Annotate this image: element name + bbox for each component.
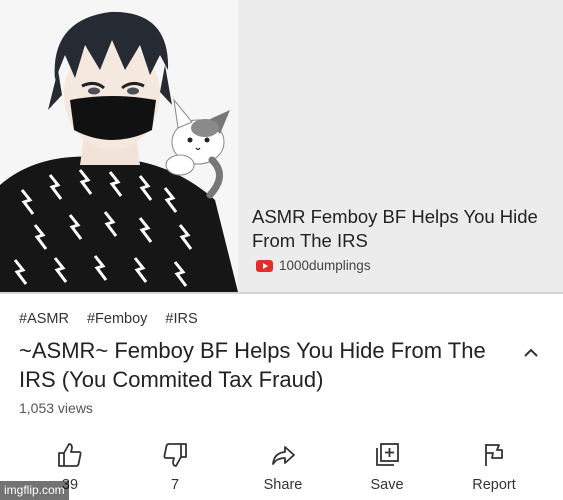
watermark: imgflip.com	[0, 481, 69, 500]
view-count: 1,053 views	[19, 400, 93, 416]
playlist-add-icon	[376, 443, 399, 466]
save-button[interactable]: Save	[347, 437, 427, 500]
hashtag-irs[interactable]: #IRS	[165, 311, 197, 327]
save-label: Save	[370, 477, 404, 493]
dislike-button[interactable]: 7	[135, 437, 215, 500]
thumbs-down-icon	[163, 443, 187, 467]
youtube-logo-icon	[256, 259, 273, 272]
dislike-count: 7	[170, 477, 180, 493]
share-label: Share	[263, 477, 303, 493]
card-video-title[interactable]: ASMR Femboy BF Helps You Hide From The I…	[252, 205, 552, 253]
hashtag-row: #ASMR #Femboy #IRS	[19, 311, 198, 327]
hashtag-femboy[interactable]: #Femboy	[87, 311, 147, 327]
share-arrow-icon	[272, 446, 295, 465]
channel-row[interactable]: 1000dumplings	[256, 258, 371, 273]
channel-name[interactable]: 1000dumplings	[279, 258, 371, 273]
divider	[0, 292, 563, 294]
thumbnail-illustration	[0, 0, 238, 292]
flag-icon	[485, 444, 503, 466]
report-button[interactable]: Report	[454, 437, 534, 500]
action-bar: 39 7 Share Save Report	[0, 437, 563, 500]
chevron-up-icon[interactable]	[521, 343, 541, 363]
hashtag-asmr[interactable]: #ASMR	[19, 311, 69, 327]
report-label: Report	[472, 477, 516, 493]
thumbs-up-icon	[58, 443, 82, 467]
share-button[interactable]: Share	[243, 437, 323, 500]
video-title: ~ASMR~ Femboy BF Helps You Hide From The…	[19, 338, 486, 392]
video-card[interactable]: ASMR Femboy BF Helps You Hide From The I…	[0, 0, 563, 292]
video-thumbnail[interactable]	[0, 0, 238, 292]
